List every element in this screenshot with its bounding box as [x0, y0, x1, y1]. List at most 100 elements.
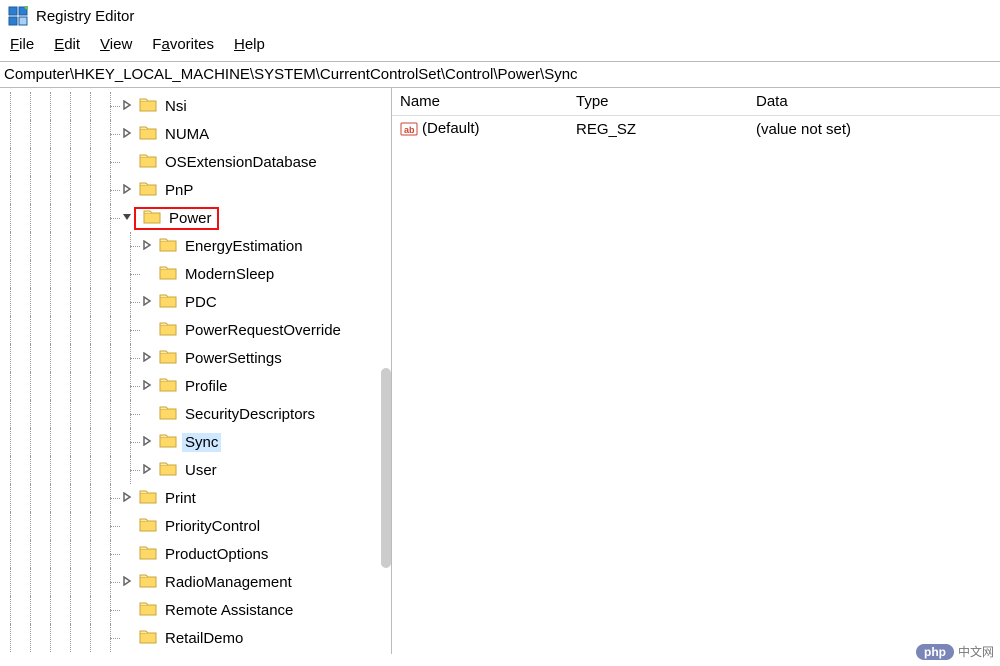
menu-favorites[interactable]: Favorites: [152, 36, 214, 53]
menu-edit[interactable]: Edit: [54, 36, 80, 53]
value-name: (Default): [422, 120, 480, 137]
values-list: ab (Default) REG_SZ(value not set): [392, 116, 1000, 142]
folder-icon: [154, 462, 182, 479]
window-title: Registry Editor: [36, 8, 134, 25]
tree-item[interactable]: ProductOptions: [0, 540, 391, 568]
folder-icon: [154, 406, 182, 423]
tree-item-label: OSExtensionDatabase: [162, 153, 320, 172]
main-content: Nsi NUMA OSExtensionDatabase PnP Power Energy…: [0, 88, 1000, 654]
expander-icon[interactable]: [140, 351, 154, 365]
folder-icon: [134, 602, 162, 619]
highlight-box: Power: [134, 207, 219, 230]
tree-item-label: ModernSleep: [182, 265, 277, 284]
folder-icon: [154, 350, 182, 367]
tree-item[interactable]: Profile: [0, 372, 391, 400]
tree-pane[interactable]: Nsi NUMA OSExtensionDatabase PnP Power Energy…: [0, 88, 392, 654]
folder-icon: [154, 322, 182, 339]
folder-icon: [134, 98, 162, 115]
tree-item[interactable]: NUMA: [0, 120, 391, 148]
column-name[interactable]: Name: [392, 88, 568, 115]
folder-icon: [154, 434, 182, 451]
app-icon: [8, 6, 28, 26]
expander-icon[interactable]: [120, 491, 134, 505]
expander-icon[interactable]: [140, 239, 154, 253]
folder-icon: [138, 210, 166, 227]
tree-item[interactable]: Power: [0, 204, 391, 232]
column-type[interactable]: Type: [568, 88, 748, 115]
tree-item-label: RadioManagement: [162, 573, 295, 592]
tree-item-label: Profile: [182, 377, 231, 396]
tree-item[interactable]: RetailDemo: [0, 624, 391, 652]
values-header: Name Type Data: [392, 88, 1000, 116]
string-value-icon: ab: [400, 120, 418, 138]
tree-item[interactable]: PowerRequestOverride: [0, 316, 391, 344]
tree-item[interactable]: PriorityControl: [0, 512, 391, 540]
tree-item[interactable]: Nsi: [0, 92, 391, 120]
expander-icon[interactable]: [120, 127, 134, 141]
menubar: File Edit View Favorites Help: [0, 32, 1000, 61]
tree-item[interactable]: Sync: [0, 428, 391, 456]
value-type: REG_SZ: [568, 117, 748, 142]
values-pane[interactable]: Name Type Data ab (Default) REG_SZ(value n…: [392, 88, 1000, 654]
tree-item[interactable]: PnP: [0, 176, 391, 204]
tree-item-label: PnP: [162, 181, 196, 200]
tree-item[interactable]: EnergyEstimation: [0, 232, 391, 260]
value-data: (value not set): [748, 117, 1000, 142]
tree-item-label: PowerSettings: [182, 349, 285, 368]
folder-icon: [134, 546, 162, 563]
expander-icon[interactable]: [140, 295, 154, 309]
address-path: Computer\HKEY_LOCAL_MACHINE\SYSTEM\Curre…: [4, 66, 578, 83]
expander-icon[interactable]: [120, 575, 134, 589]
folder-icon: [134, 490, 162, 507]
watermark: php 中文网: [916, 643, 994, 660]
folder-icon: [154, 378, 182, 395]
folder-icon: [134, 154, 162, 171]
registry-tree: Nsi NUMA OSExtensionDatabase PnP Power Energy…: [0, 88, 391, 652]
folder-icon: [134, 126, 162, 143]
titlebar: Registry Editor: [0, 0, 1000, 32]
expander-icon[interactable]: [140, 435, 154, 449]
folder-icon: [154, 294, 182, 311]
tree-item-label: PDC: [182, 293, 220, 312]
tree-scrollbar[interactable]: [381, 368, 391, 568]
php-badge: php: [916, 644, 954, 660]
tree-item[interactable]: SecurityDescriptors: [0, 400, 391, 428]
tree-item-label: Print: [162, 489, 199, 508]
tree-item-label: SecurityDescriptors: [182, 405, 318, 424]
tree-item[interactable]: ModernSleep: [0, 260, 391, 288]
tree-item-label: Power: [166, 209, 215, 228]
tree-item-label: RetailDemo: [162, 629, 246, 648]
folder-icon: [154, 266, 182, 283]
menu-help[interactable]: Help: [234, 36, 265, 53]
tree-item[interactable]: PDC: [0, 288, 391, 316]
expander-icon[interactable]: [120, 99, 134, 113]
folder-icon: [134, 630, 162, 647]
folder-icon: [134, 518, 162, 535]
folder-icon: [154, 238, 182, 255]
column-data[interactable]: Data: [748, 88, 1000, 115]
tree-item[interactable]: RadioManagement: [0, 568, 391, 596]
tree-item-label: NUMA: [162, 125, 212, 144]
tree-item-label: Sync: [182, 433, 221, 452]
menu-file[interactable]: File: [10, 36, 34, 53]
expander-icon[interactable]: [120, 211, 134, 225]
svg-text:ab: ab: [404, 125, 415, 135]
tree-item-label: Remote Assistance: [162, 601, 296, 620]
menu-view[interactable]: View: [100, 36, 132, 53]
tree-item[interactable]: User: [0, 456, 391, 484]
tree-item-label: EnergyEstimation: [182, 237, 306, 256]
tree-item-label: User: [182, 461, 220, 480]
expander-icon[interactable]: [120, 183, 134, 197]
address-bar[interactable]: Computer\HKEY_LOCAL_MACHINE\SYSTEM\Curre…: [0, 61, 1000, 88]
tree-item[interactable]: Remote Assistance: [0, 596, 391, 624]
value-row[interactable]: ab (Default) REG_SZ(value not set): [392, 116, 1000, 142]
expander-icon[interactable]: [140, 463, 154, 477]
folder-icon: [134, 574, 162, 591]
tree-item[interactable]: OSExtensionDatabase: [0, 148, 391, 176]
tree-item[interactable]: PowerSettings: [0, 344, 391, 372]
tree-item-label: PriorityControl: [162, 517, 263, 536]
tree-item-label: Nsi: [162, 97, 190, 116]
folder-icon: [134, 182, 162, 199]
tree-item[interactable]: Print: [0, 484, 391, 512]
expander-icon[interactable]: [140, 379, 154, 393]
